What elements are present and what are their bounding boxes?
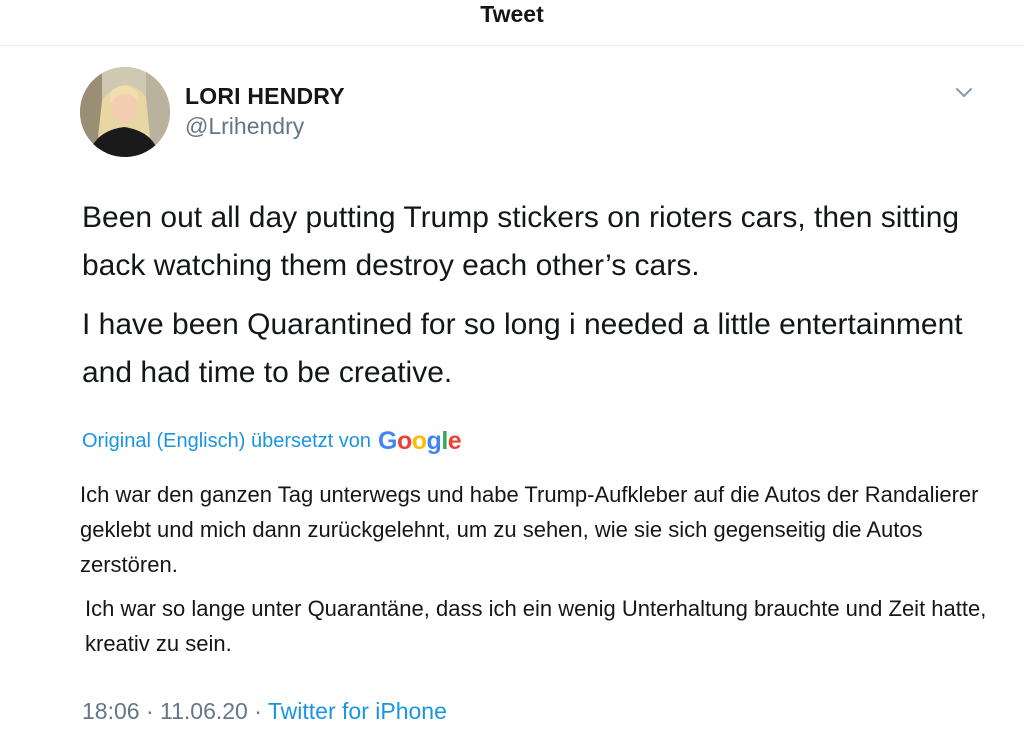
google-logo-letter: o <box>396 426 412 455</box>
tweet-time: 18:06 <box>82 698 140 724</box>
translated-paragraph: Ich war den ganzen Tag unterwegs und hab… <box>80 482 979 577</box>
tweet-date: 11.06.20 <box>160 698 248 724</box>
tweet-source-link[interactable]: Twitter for iPhone <box>268 698 447 724</box>
top-bar: Tweet <box>0 0 1024 46</box>
display-name[interactable]: LORI HENDRY <box>185 83 345 110</box>
translated-text: Ich war den ganzen Tag unterwegs und hab… <box>80 477 990 670</box>
user-handle[interactable]: @Lrihendry <box>185 113 304 140</box>
chevron-down-icon[interactable] <box>954 86 974 100</box>
translation-label: Original (Englisch) übersetzt von <box>82 429 372 452</box>
tweet-meta: 18:06 · 11.06.20 · Twitter for iPhone <box>82 698 447 725</box>
page-title: Tweet <box>480 1 544 27</box>
google-logo-letter: o <box>411 426 427 455</box>
google-logo-letter: G <box>378 426 397 455</box>
tweet-text: Been out all day putting Trump stickers … <box>82 194 982 408</box>
translation-attribution[interactable]: Original (Englisch) übersetzt von Google <box>82 426 462 456</box>
profile-photo <box>80 67 170 157</box>
google-logo-letter: e <box>447 426 462 455</box>
avatar[interactable] <box>80 67 170 157</box>
meta-separator: · <box>254 698 262 724</box>
google-logo-letter: g <box>426 426 442 455</box>
meta-separator: · <box>145 698 154 724</box>
tweet-paragraph: Been out all day putting Trump stickers … <box>82 201 960 282</box>
tweet-paragraph: I have been Quarantined for so long i ne… <box>82 308 963 389</box>
translated-paragraph: Ich war so lange unter Quarantäne, dass … <box>85 596 987 656</box>
google-logo: Google <box>378 426 462 456</box>
